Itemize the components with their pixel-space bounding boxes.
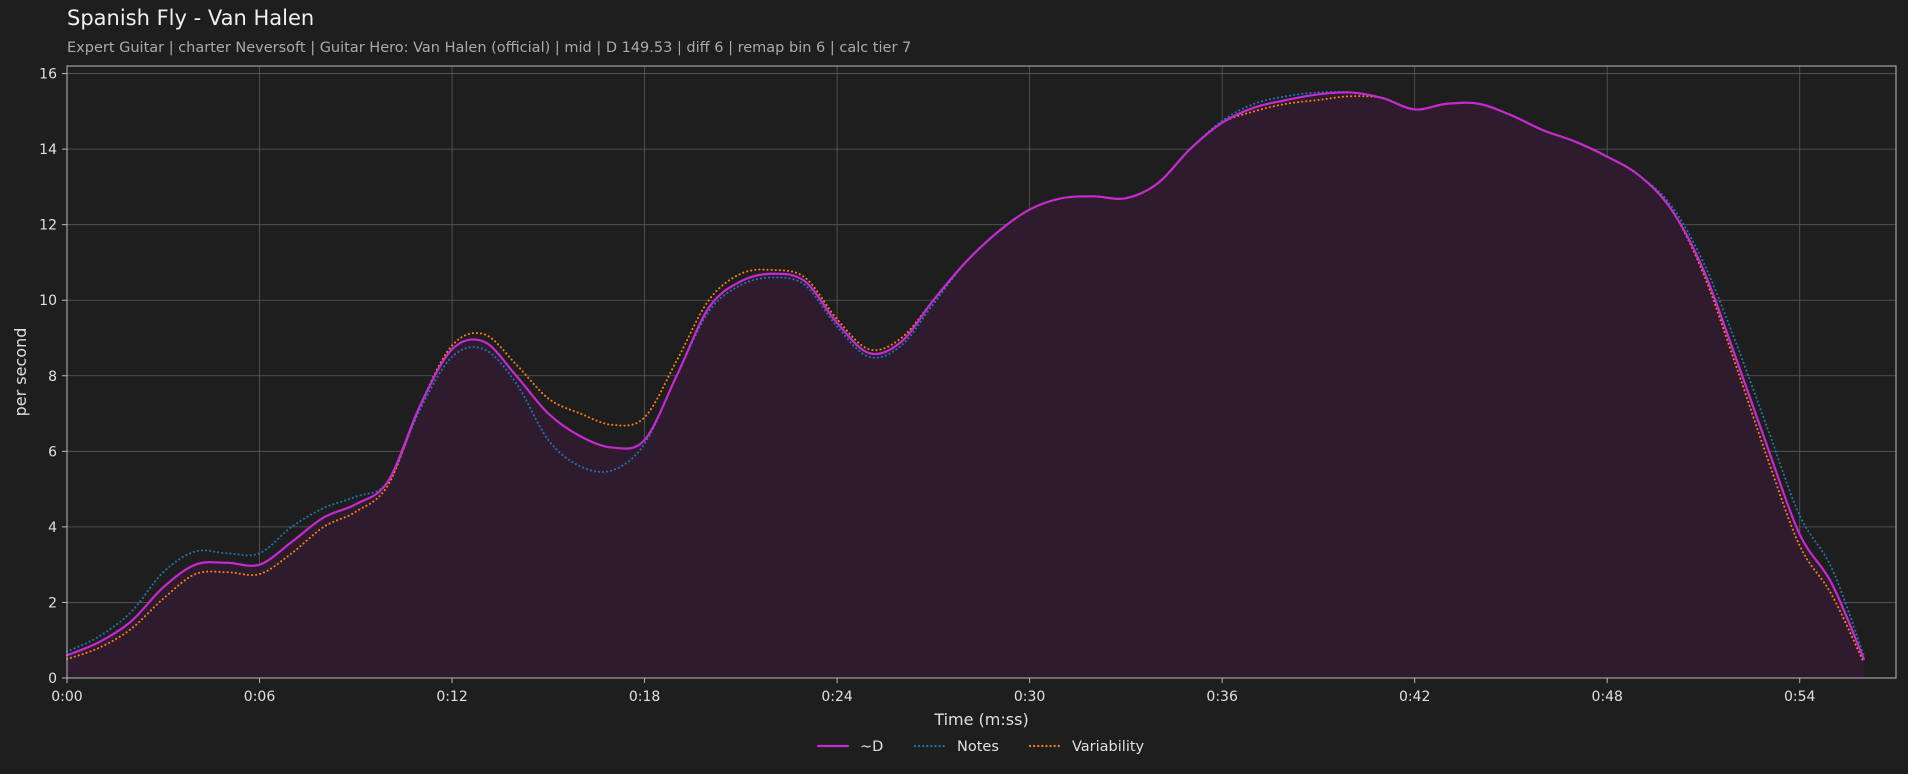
x-tick-label: 0:48 bbox=[1591, 689, 1622, 705]
x-axis-label: Time (m:ss) bbox=[933, 710, 1028, 729]
y-tick-label: 4 bbox=[48, 520, 57, 536]
x-tick-label: 0:42 bbox=[1399, 689, 1430, 705]
x-tick-label: 0:00 bbox=[51, 689, 82, 705]
legend: ~D Notes Variability bbox=[816, 739, 1145, 755]
area-fill-layer bbox=[67, 92, 1864, 678]
legend-item: Variability bbox=[1028, 739, 1145, 755]
x-tick-label: 0:36 bbox=[1206, 689, 1238, 705]
y-tick-labels: 0 2 4 6 8 10 12 14 16 bbox=[39, 67, 67, 687]
y-tick-label: 10 bbox=[39, 293, 57, 309]
legend-label: ~D bbox=[860, 739, 883, 755]
x-tick-label: 0:54 bbox=[1784, 689, 1816, 705]
x-tick-label: 0:24 bbox=[821, 689, 853, 705]
x-tick-label: 0:06 bbox=[244, 689, 276, 705]
y-tick-label: 8 bbox=[48, 369, 57, 385]
y-tick-label: 16 bbox=[39, 67, 57, 83]
y-tick-label: 12 bbox=[39, 218, 57, 234]
y-tick-label: 2 bbox=[48, 595, 57, 611]
x-tick-label: 0:12 bbox=[436, 689, 467, 705]
x-tick-labels: 0:00 0:06 0:12 0:18 0:24 0:30 0:36 0:42 0:48 0:54 bbox=[51, 678, 1816, 705]
legend-item: Notes bbox=[913, 739, 999, 755]
chart-svg: 0:00 0:06 0:12 0:18 0:24 0:30 0:36 0:42 0:48 0:54… bbox=[11, 65, 1897, 755]
legend-label: Variability bbox=[1072, 739, 1145, 755]
legend-item: ~D bbox=[816, 739, 883, 755]
y-axis-label: per second bbox=[11, 328, 30, 417]
legend-label: Notes bbox=[957, 739, 999, 755]
x-tick-label: 0:18 bbox=[629, 689, 660, 705]
y-tick-label: 6 bbox=[48, 444, 57, 460]
y-tick-label: 14 bbox=[39, 142, 57, 158]
area-fill-d bbox=[67, 92, 1864, 678]
y-tick-label: 0 bbox=[48, 671, 57, 687]
x-tick-label: 0:30 bbox=[1014, 689, 1045, 705]
